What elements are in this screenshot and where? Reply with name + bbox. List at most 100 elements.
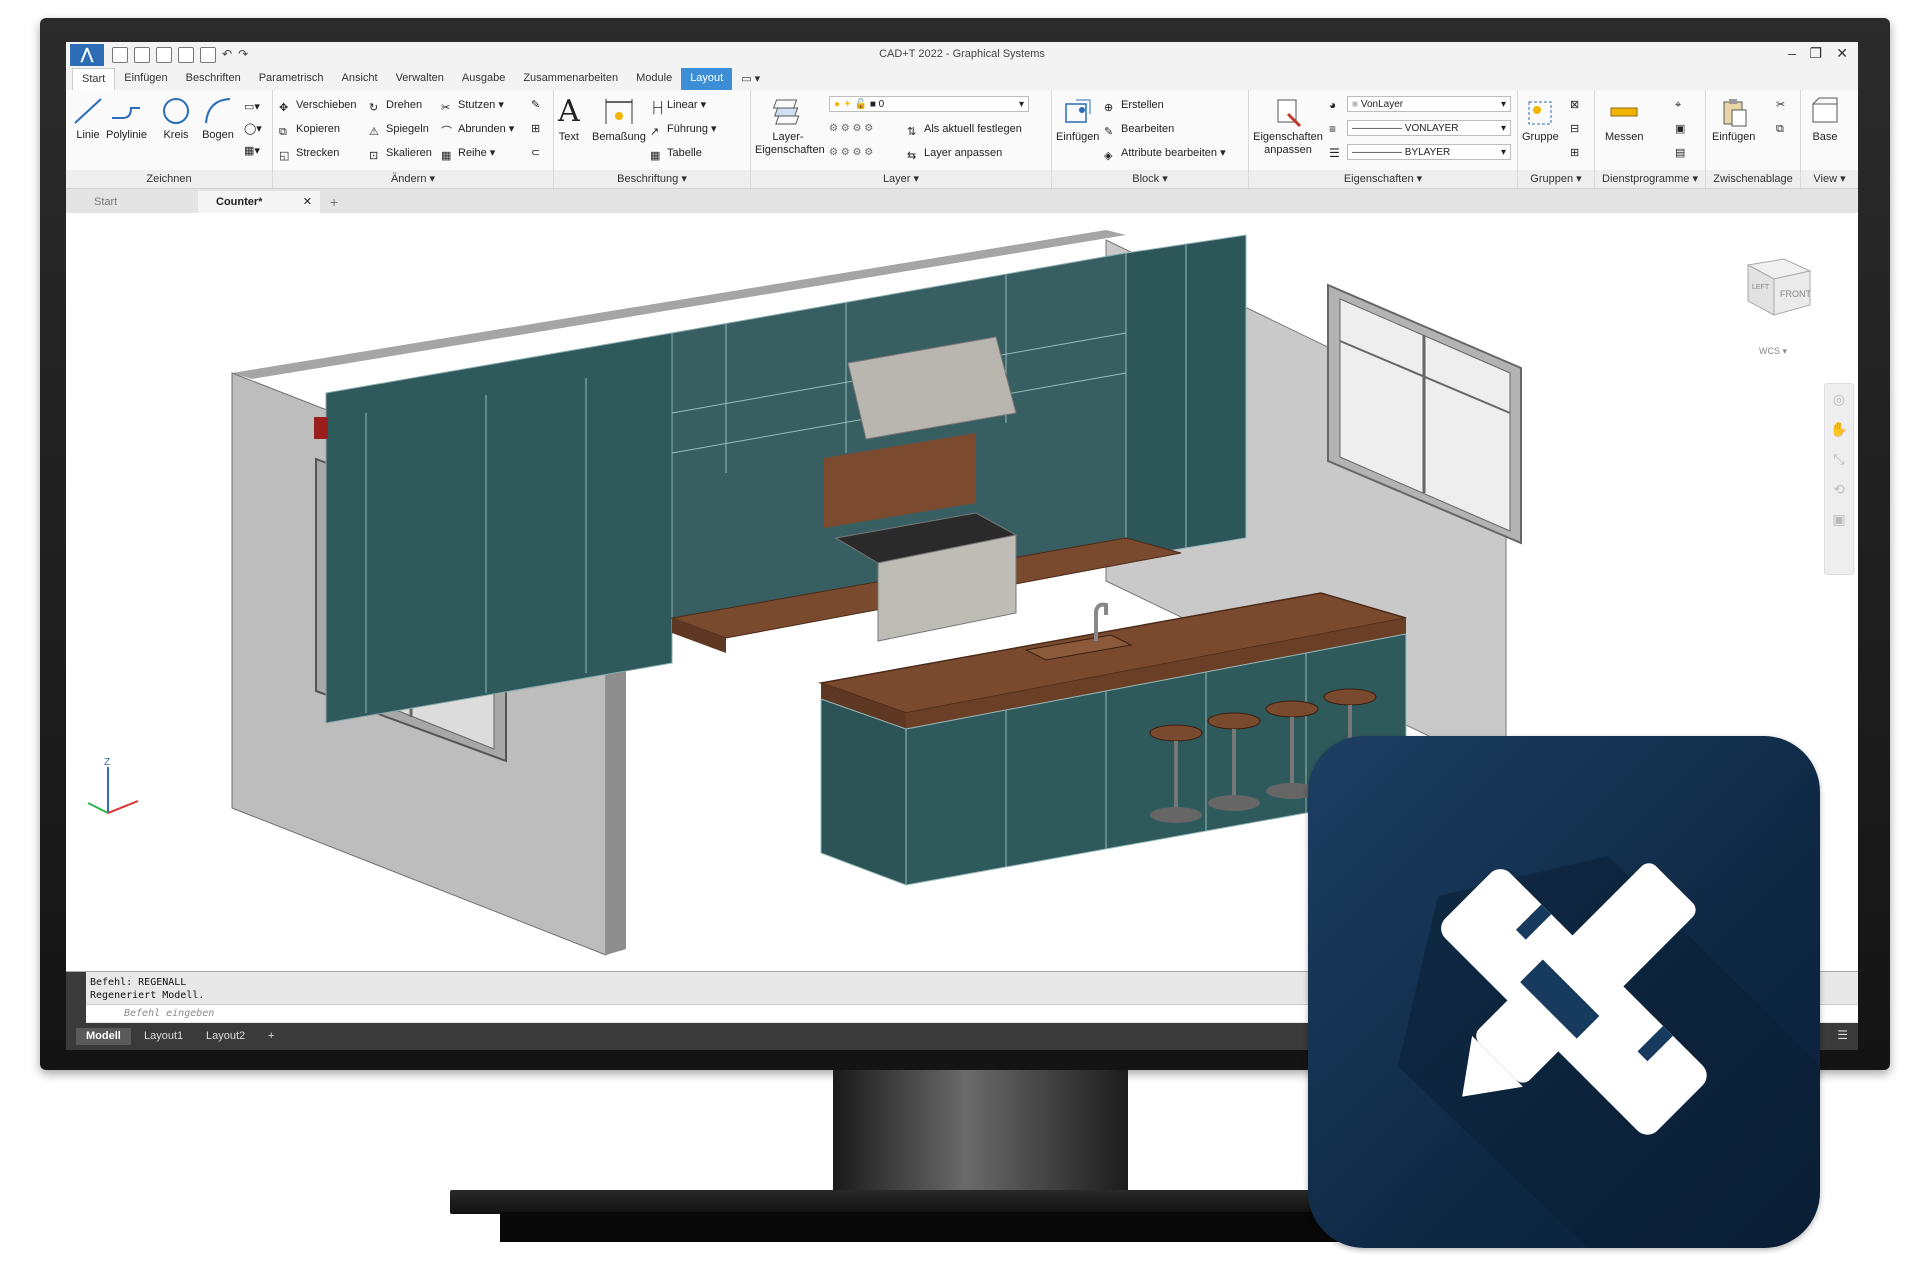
offset-icon[interactable]: ⊂ [531, 144, 540, 162]
messen-label: Messen [1605, 131, 1644, 143]
lineweight-dropdown[interactable]: ————— BYLAYER ▾ [1347, 144, 1511, 160]
text-button[interactable]: A Text [558, 96, 580, 144]
minimize-icon[interactable]: – [1788, 45, 1796, 61]
layout-tab-modell[interactable]: Modell [76, 1028, 131, 1045]
lineweight-icon: ☰ [1329, 146, 1340, 160]
attribute-bearbeiten-button[interactable]: ◈ Attribute bearbeiten ▾ [1104, 144, 1226, 162]
ellipse-icon[interactable]: ◯▾ [244, 120, 262, 138]
copy-clip-icon[interactable]: ⧉ [1776, 120, 1784, 138]
tab-beschriften[interactable]: Beschriften [177, 68, 250, 90]
tab-parametrisch[interactable]: Parametrisch [250, 68, 333, 90]
monitor-stand-foot [500, 1212, 1400, 1242]
panel-title-beschriftung: Beschriftung ▾ [554, 170, 750, 188]
group-edit-icon[interactable]: ⊟ [1570, 120, 1579, 138]
layout-tab-layout1[interactable]: Layout1 [134, 1028, 193, 1045]
layer-tools-row2[interactable]: ⚙ ⚙ ⚙ ⚙ [829, 144, 873, 162]
als-aktuell-button[interactable]: ⇅ Als aktuell festlegen [907, 120, 1022, 138]
match-properties-icon [1277, 99, 1302, 128]
new-tab-icon[interactable]: + [322, 191, 352, 213]
layer-eigenschaften-button[interactable]: Layer- Eigenschaften [755, 96, 825, 157]
layer-anpassen-button[interactable]: ⇆ Layer anpassen [907, 144, 1002, 162]
viewcube-face-label: FRONT [1780, 289, 1811, 299]
bearbeiten-button[interactable]: ✎ Bearbeiten [1104, 120, 1174, 138]
color-dropdown[interactable]: ■ VonLayer ▾ [1347, 96, 1511, 112]
linetype-dropdown[interactable]: ————— VONLAYER ▾ [1347, 120, 1511, 136]
doc-tab-start[interactable]: Start [76, 191, 196, 213]
tabelle-button[interactable]: ▦ Tabelle [650, 144, 702, 162]
calculator-icon[interactable]: ▤ [1675, 144, 1685, 162]
doc-tab-counter[interactable]: Counter* ✕ [198, 191, 320, 213]
panel-zeichnen: Linie Polylinie Kreis Bogen ▭▾ ◯▾ ▦▾ Zei… [66, 90, 273, 188]
bogen-button[interactable]: Bogen [202, 96, 234, 141]
tab-start[interactable]: Start [72, 68, 116, 90]
showmotion-icon[interactable]: ▣ [1825, 504, 1853, 534]
restore-icon[interactable]: ❐ [1809, 45, 1822, 62]
rectangle-icon[interactable]: ▭▾ [244, 98, 260, 116]
strecken-button[interactable]: ◱ Strecken [279, 144, 339, 162]
tab-ausgabe[interactable]: Ausgabe [453, 68, 514, 90]
quick-select-icon[interactable]: ⌖ [1675, 96, 1681, 114]
hatch-icon[interactable]: ▦▾ [244, 142, 260, 160]
wcs-dropdown[interactable]: WCS ▾ [1718, 346, 1828, 357]
layer-title-label: Layer [882, 173, 911, 185]
polylinie-button[interactable]: Polylinie [106, 96, 147, 141]
group-select-icon[interactable]: ⊞ [1570, 144, 1579, 162]
block-einfuegen-button[interactable]: Einfügen [1056, 96, 1099, 143]
linear-button[interactable]: ├┤Linear ▾ [650, 96, 706, 114]
stutzen-button[interactable]: ✂ Stutzen ▾ [441, 96, 504, 114]
linie-button[interactable]: Linie [72, 96, 104, 141]
create-block-icon: ⊕ [1104, 101, 1114, 114]
workspace-dropdown[interactable]: ▭ ▾ [732, 68, 769, 90]
tab-verwalten[interactable]: Verwalten [387, 68, 453, 90]
fuehrung-button[interactable]: ↗ Führung ▾ [650, 120, 717, 138]
spiegeln-button[interactable]: ⚠ Spiegeln [369, 120, 429, 138]
add-layout-icon[interactable]: + [258, 1028, 284, 1045]
messen-button[interactable]: Messen [1605, 96, 1644, 143]
tab-einfuegen[interactable]: Einfügen [115, 68, 176, 90]
doc-tab-counter-label: Counter* [216, 196, 263, 208]
explode-icon[interactable]: ⊞ [531, 120, 540, 138]
bemassung-button[interactable]: Bemaßung [592, 96, 646, 143]
select-all-icon[interactable]: ▣ [1675, 120, 1685, 138]
eigenschaften-anpassen-label: Eigenschaften anpassen [1253, 131, 1323, 156]
fillet-icon: ⌒ [441, 125, 452, 138]
zoom-icon[interactable]: ⤡ [1825, 444, 1853, 474]
ungroup-icon[interactable]: ⊠ [1570, 96, 1579, 114]
pan-icon[interactable]: ✋ [1825, 414, 1853, 444]
eigenschaften-anpassen-button[interactable]: Eigenschaften anpassen [1251, 96, 1325, 157]
arc-icon [205, 98, 231, 124]
navigation-bar[interactable]: ◎ ✋ ⤡ ⟲ ▣ [1824, 383, 1854, 575]
tab-layout[interactable]: Layout [681, 68, 733, 90]
reihe-button[interactable]: ▦ Reihe ▾ [441, 144, 495, 162]
abrunden-button[interactable]: ⌒ Abrunden ▾ [441, 120, 514, 138]
close-icon[interactable]: ✕ [1836, 45, 1848, 62]
close-tab-icon[interactable]: ✕ [303, 191, 312, 213]
erase-icon[interactable]: ✎ [531, 96, 540, 114]
attribute-label: Attribute bearbeiten [1121, 147, 1218, 159]
paste-button[interactable]: Einfügen [1712, 96, 1755, 143]
base-button[interactable]: Base [1809, 96, 1841, 143]
orbit-icon[interactable]: ⟲ [1825, 474, 1853, 504]
cut-icon[interactable]: ✂ [1776, 96, 1785, 114]
steering-wheel-icon[interactable]: ◎ [1825, 384, 1853, 414]
monitor-stand-neck [833, 1070, 1128, 1195]
verschieben-button[interactable]: ✥ Verschieben [279, 96, 357, 114]
customize-statusbar-icon[interactable]: ☰ [1837, 1028, 1848, 1042]
layout-tab-layout2[interactable]: Layout2 [196, 1028, 255, 1045]
skalieren-button[interactable]: ⊡ Skalieren [369, 144, 432, 162]
erstellen-button[interactable]: ⊕ Erstellen [1104, 96, 1164, 114]
command-line-handle[interactable] [66, 972, 86, 1024]
kreis-button[interactable]: Kreis [160, 96, 192, 141]
gruppe-button[interactable]: Gruppe [1522, 96, 1559, 143]
tab-ansicht[interactable]: Ansicht [333, 68, 387, 90]
current-layer-value: 0 [878, 99, 885, 110]
panel-title-dienstprogramme: Dienstprogramme ▾ [1595, 170, 1705, 188]
tab-module[interactable]: Module [627, 68, 681, 90]
layer-dropdown[interactable]: ● ☀ 🔓 ■ 0 ▾ [829, 96, 1029, 112]
ribbon: Linie Polylinie Kreis Bogen ▭▾ ◯▾ ▦▾ Zei… [66, 90, 1858, 189]
drehen-button[interactable]: ↻ Drehen [369, 96, 422, 114]
layer-tools-row1[interactable]: ⚙ ⚙ ⚙ ⚙ [829, 120, 873, 138]
viewcube[interactable]: FRONT LEFT WCS ▾ [1718, 253, 1828, 357]
kopieren-button[interactable]: ⧉ Kopieren [279, 120, 340, 138]
tab-zusammenarbeiten[interactable]: Zusammenarbeiten [514, 68, 627, 90]
